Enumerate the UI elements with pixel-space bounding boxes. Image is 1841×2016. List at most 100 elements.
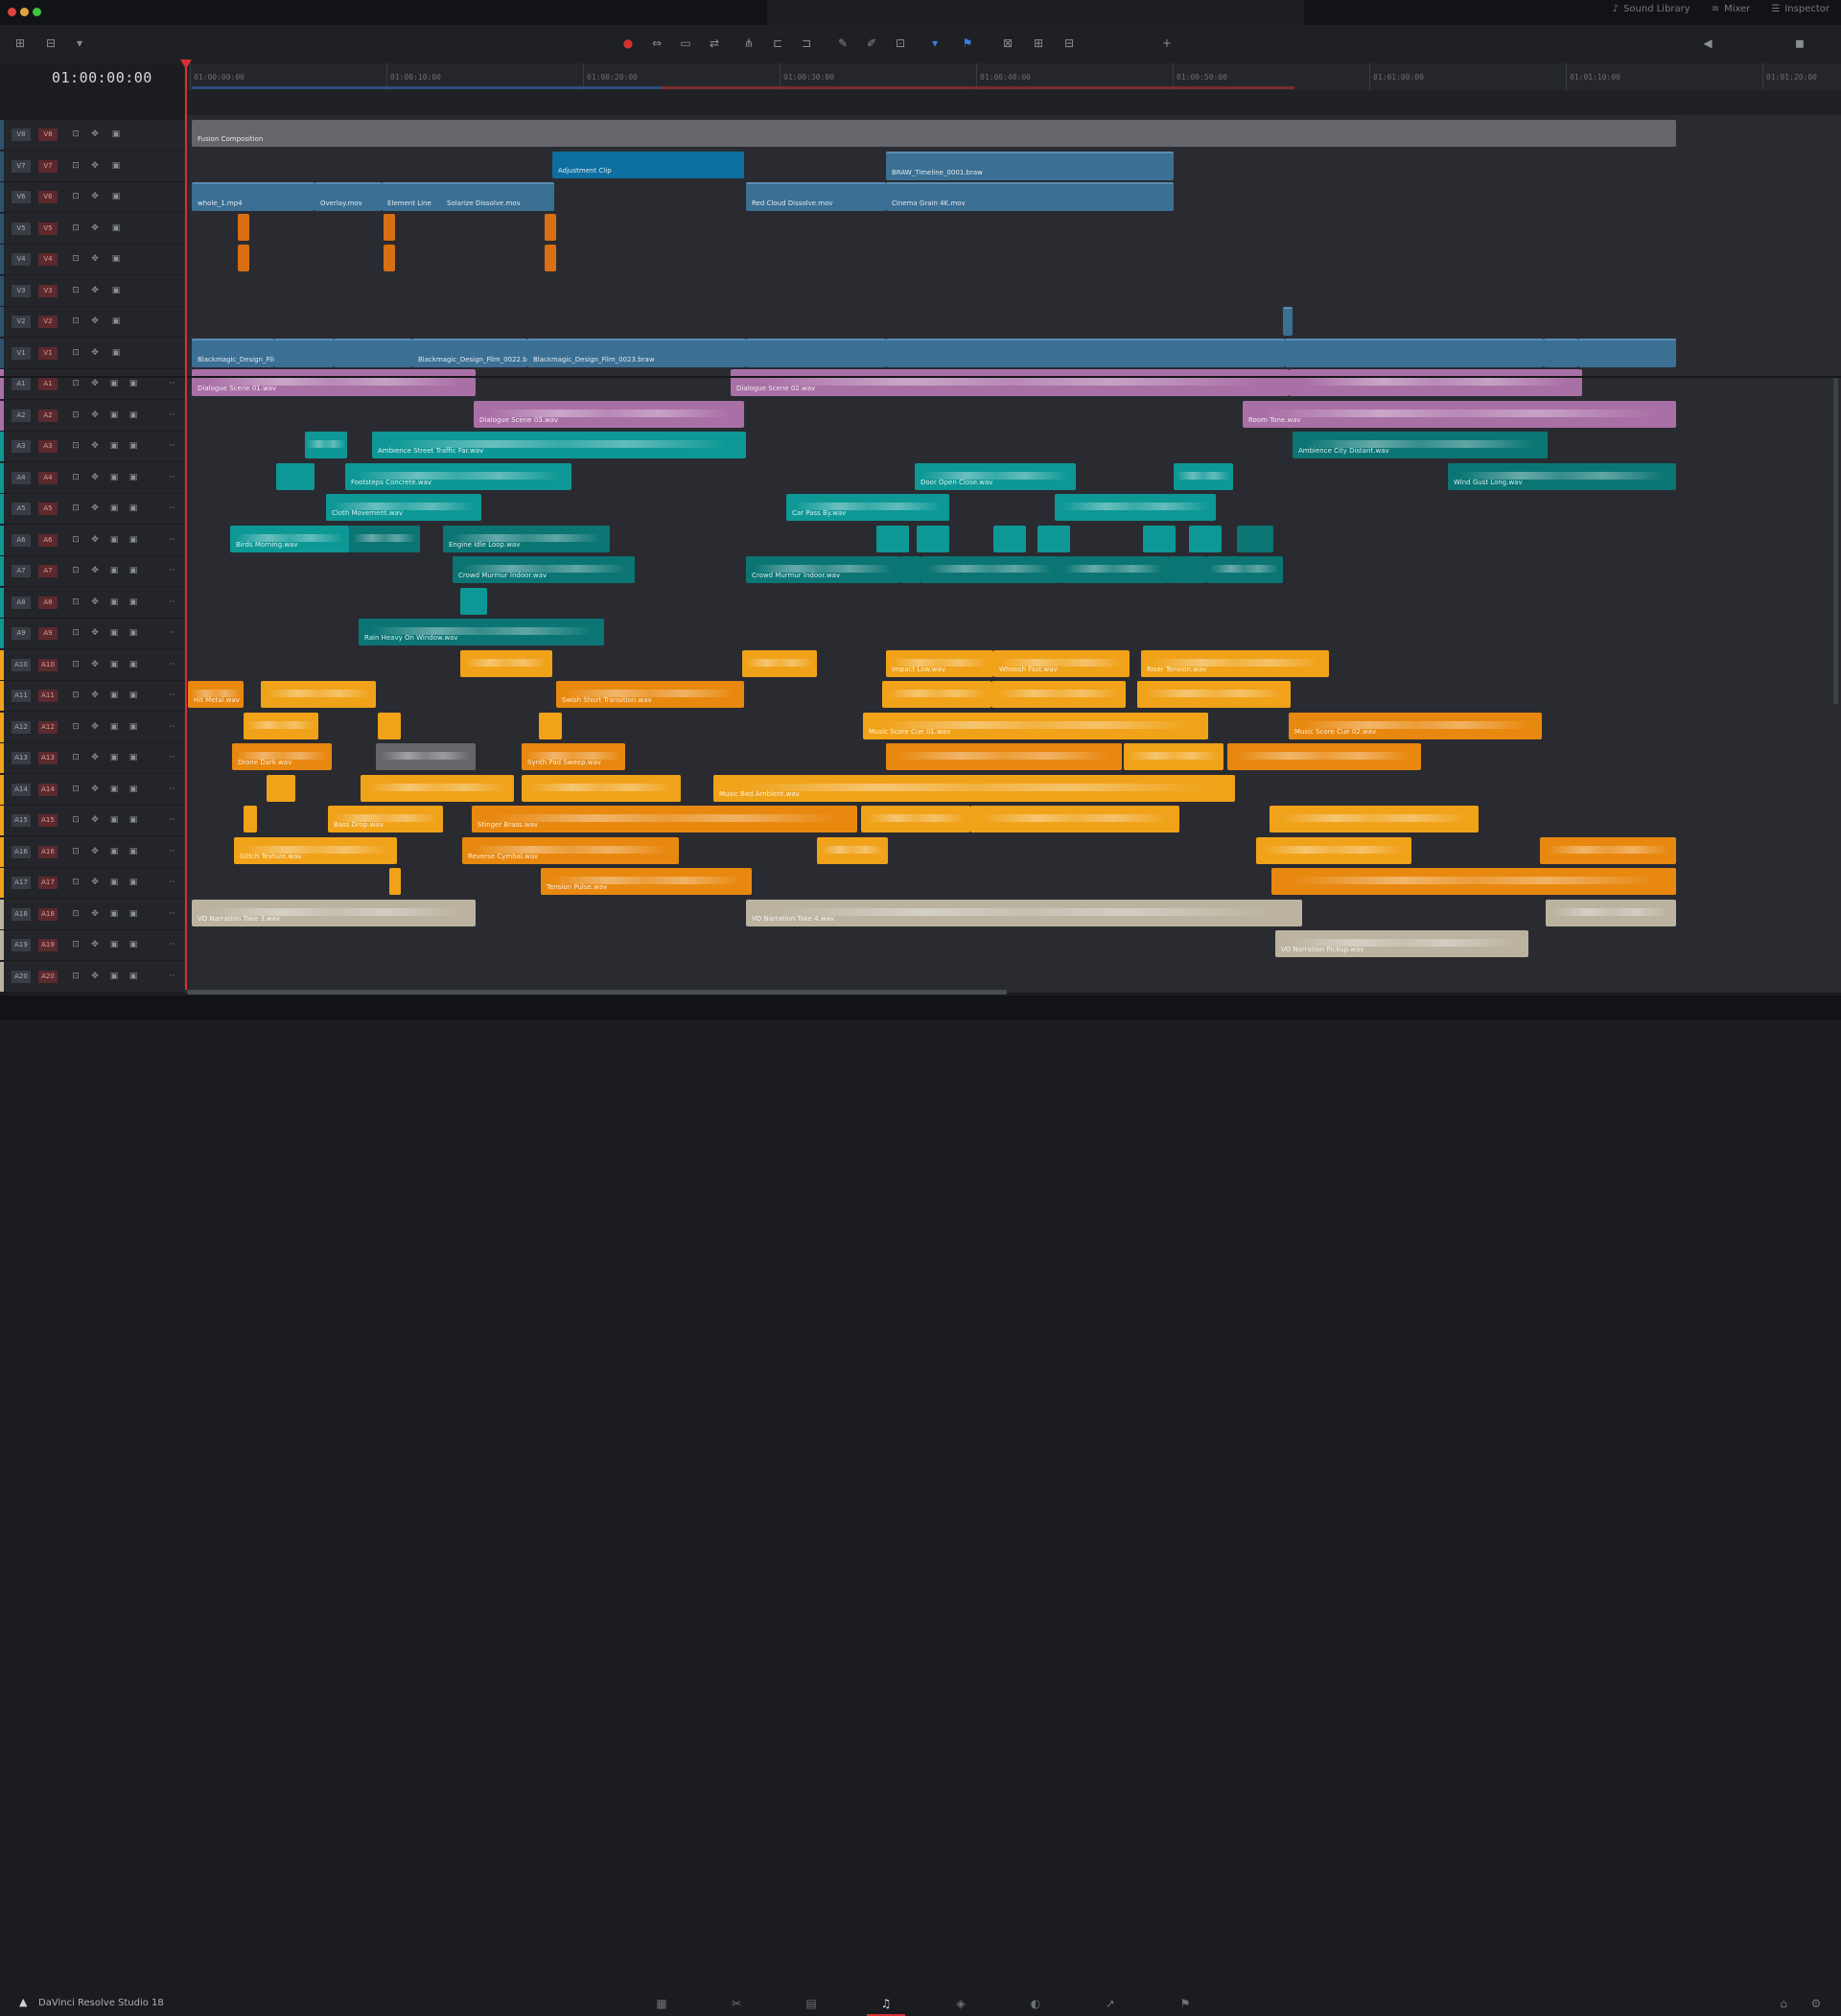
- track-target-button[interactable]: V2: [38, 316, 58, 328]
- level-icon[interactable]: ··: [167, 628, 176, 638]
- arm-icon[interactable]: ▣: [128, 504, 138, 513]
- auto-select-icon[interactable]: ✥: [90, 254, 100, 264]
- view-options-icon[interactable]: ▾: [73, 36, 86, 50]
- track-target-button[interactable]: A13: [38, 752, 58, 764]
- lock-icon[interactable]: ⊡: [71, 535, 81, 545]
- audio-clip[interactable]: [267, 774, 295, 802]
- mute-icon[interactable]: ▣: [109, 473, 119, 482]
- audio-clip[interactable]: [460, 649, 552, 677]
- track-target-button[interactable]: A16: [38, 845, 58, 858]
- project-settings-icon[interactable]: ⚙: [1797, 1993, 1835, 2014]
- audio-clip[interactable]: [861, 806, 970, 832]
- audio-clip[interactable]: [1271, 868, 1676, 895]
- arm-icon[interactable]: ▣: [128, 815, 138, 825]
- track-label[interactable]: A17: [12, 877, 31, 889]
- track-target-button[interactable]: V7: [38, 159, 58, 173]
- trim-icon[interactable]: ⊏: [771, 36, 784, 50]
- close-window-button[interactable]: [8, 8, 16, 16]
- arm-icon[interactable]: ▣: [128, 878, 138, 887]
- track-target-button[interactable]: A12: [38, 720, 58, 734]
- track-target-button[interactable]: V1: [38, 346, 58, 360]
- track-header-v7[interactable]: V7 V7 ⊡ ✥ ▣: [0, 151, 184, 182]
- arm-icon[interactable]: ▣: [128, 753, 138, 762]
- level-icon[interactable]: ··: [167, 598, 176, 607]
- audio-clip[interactable]: Hit Metal.wav: [188, 681, 244, 708]
- audio-clip[interactable]: [1124, 743, 1223, 770]
- arm-icon[interactable]: ▣: [128, 972, 138, 981]
- audio-clip[interactable]: Drone Dark.wav: [232, 743, 332, 770]
- track-label[interactable]: A7: [12, 565, 31, 577]
- video-clip[interactable]: Red Cloud Dissolve.mov: [746, 182, 886, 211]
- solo-icon[interactable]: ✥: [90, 504, 100, 513]
- level-icon[interactable]: ··: [167, 909, 176, 919]
- marker-blue-icon[interactable]: ▾: [928, 36, 942, 50]
- lock-icon[interactable]: ⊡: [71, 660, 81, 669]
- video-clip[interactable]: Element Line: [382, 182, 449, 211]
- track-header-a6[interactable]: A6 A6 ⊡ ✥ ▣ ▣ ··: [0, 525, 184, 556]
- lock-icon[interactable]: ⊡: [71, 722, 81, 732]
- arm-icon[interactable]: ▣: [128, 473, 138, 482]
- audio-clip[interactable]: [1270, 806, 1479, 832]
- lock-icon[interactable]: ⊡: [71, 286, 81, 295]
- mute-icon[interactable]: ▣: [109, 598, 119, 607]
- replace-icon[interactable]: ⇄: [708, 36, 721, 50]
- auto-select-icon[interactable]: ✥: [90, 223, 100, 233]
- video-clip[interactable]: [384, 213, 395, 241]
- video-clip[interactable]: [886, 338, 1285, 367]
- arm-icon[interactable]: ▣: [128, 566, 138, 575]
- audio-clip[interactable]: [886, 743, 1122, 770]
- audio-clip[interactable]: [1037, 525, 1070, 552]
- track-header-v5[interactable]: V5 V5 ⊡ ✥ ▣: [0, 213, 184, 245]
- mute-icon[interactable]: ▣: [109, 504, 119, 513]
- audio-clip[interactable]: [1174, 462, 1233, 490]
- lock-icon[interactable]: ⊡: [71, 504, 81, 513]
- arm-icon[interactable]: ▣: [128, 598, 138, 607]
- mute-icon[interactable]: ▣: [109, 660, 119, 669]
- enable-icon[interactable]: ▣: [111, 286, 121, 295]
- track-target-button[interactable]: V5: [38, 222, 58, 235]
- lock-icon[interactable]: ⊡: [71, 785, 81, 794]
- solo-icon[interactable]: ✥: [90, 379, 100, 388]
- razor-icon[interactable]: ✎: [836, 36, 850, 50]
- track-label[interactable]: A2: [12, 409, 31, 422]
- solo-icon[interactable]: ✥: [90, 473, 100, 482]
- lock-icon[interactable]: ⊡: [71, 566, 81, 575]
- track-label[interactable]: A15: [12, 814, 31, 827]
- audio-clip[interactable]: [1137, 681, 1291, 708]
- track-label[interactable]: A1: [12, 378, 31, 390]
- insert-icon[interactable]: ⇔: [650, 36, 664, 50]
- zoom-custom-icon[interactable]: ⊟: [1062, 36, 1076, 50]
- track-label[interactable]: A14: [12, 783, 31, 796]
- track-header-a16[interactable]: A16 A16 ⊡ ✥ ▣ ▣ ··: [0, 836, 184, 868]
- video-clip[interactable]: Blackmagic_Design_Film_0021.braw: [192, 338, 274, 367]
- audio-clip[interactable]: [1143, 525, 1176, 552]
- level-icon[interactable]: ··: [167, 535, 176, 545]
- track-label[interactable]: A9: [12, 627, 31, 640]
- track-label[interactable]: A8: [12, 596, 31, 609]
- track-options-icon[interactable]: ⊟: [44, 36, 58, 50]
- track-header-v3[interactable]: V3 V3 ⊡ ✥ ▣: [0, 275, 184, 307]
- video-clip[interactable]: Blackmagic_Design_Film_0023.braw: [527, 338, 746, 367]
- audio-clip[interactable]: [742, 649, 817, 677]
- video-clip[interactable]: Overlay.mov: [315, 182, 382, 211]
- audio-clip[interactable]: Tension Pulse.wav: [541, 868, 752, 895]
- video-clip[interactable]: [238, 245, 249, 271]
- solo-icon[interactable]: ✥: [90, 598, 100, 607]
- audio-clip[interactable]: Ambience City Distant.wav: [1293, 432, 1548, 458]
- audio-clip[interactable]: [361, 774, 514, 802]
- audio-clip[interactable]: [1168, 556, 1206, 583]
- level-icon[interactable]: ··: [167, 940, 176, 949]
- lock-icon[interactable]: ⊡: [71, 598, 81, 607]
- auto-select-icon[interactable]: ✥: [90, 286, 100, 295]
- level-icon[interactable]: ··: [167, 785, 176, 794]
- video-clip[interactable]: [334, 338, 412, 367]
- solo-icon[interactable]: ✥: [90, 441, 100, 451]
- lock-icon[interactable]: ⊡: [71, 379, 81, 388]
- track-header-a18[interactable]: A18 A18 ⊡ ✥ ▣ ▣ ··: [0, 899, 184, 930]
- lock-icon[interactable]: ⊡: [71, 940, 81, 949]
- track-target-button[interactable]: A2: [38, 409, 58, 422]
- lock-icon[interactable]: ⊡: [71, 878, 81, 887]
- lock-icon[interactable]: ⊡: [71, 410, 81, 420]
- track-label[interactable]: V1: [12, 346, 31, 360]
- zoom-in-icon[interactable]: +: [1160, 36, 1174, 50]
